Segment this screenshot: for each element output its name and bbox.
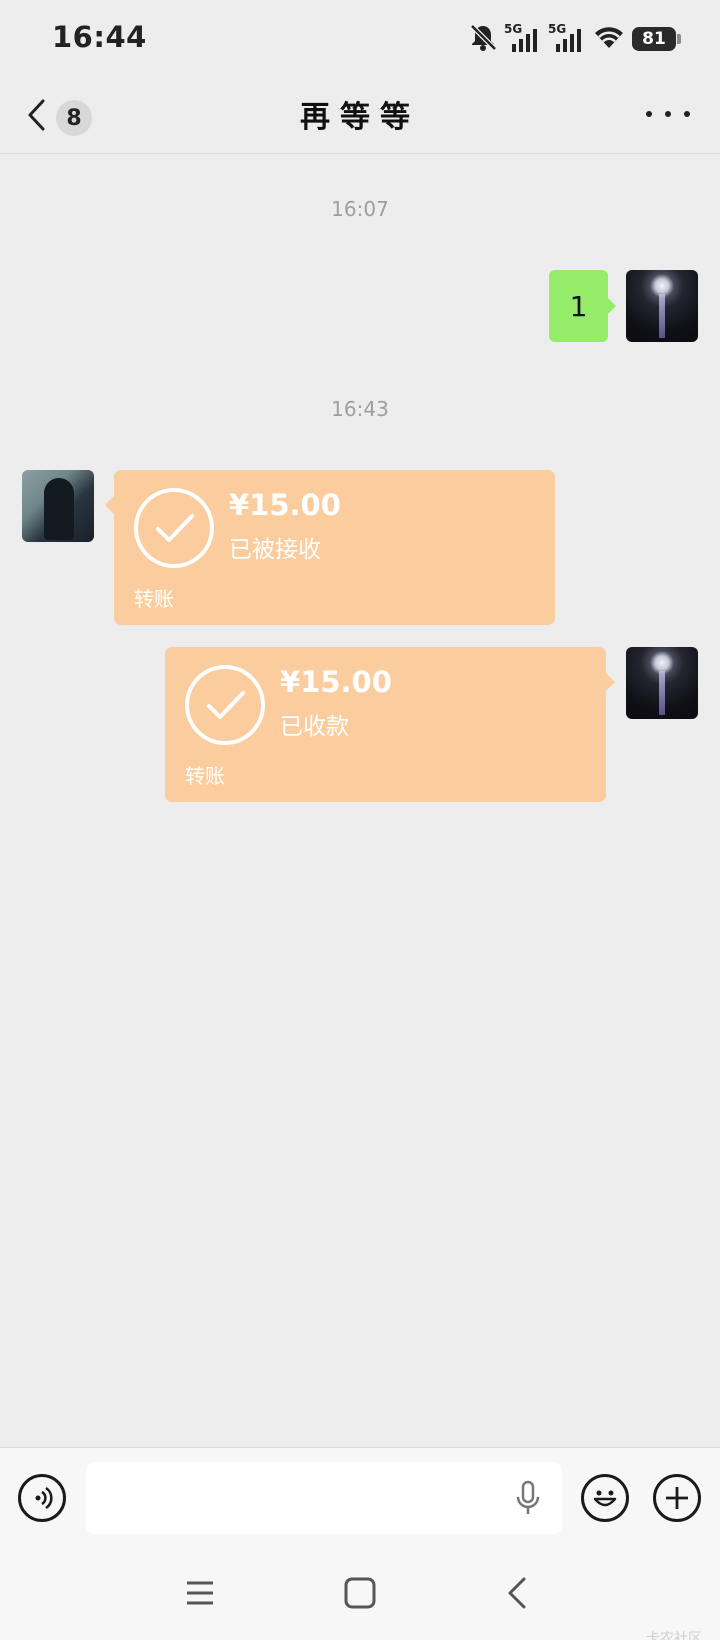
home-icon[interactable] [342,1575,378,1611]
check-circle-icon [134,488,214,568]
transfer-card[interactable]: ¥15.00 已被接收 转账 [105,470,555,625]
more-icon[interactable] [646,94,690,134]
system-nav-bar [0,1547,720,1640]
avatar[interactable] [626,647,698,719]
avatar[interactable] [22,470,94,542]
voice-icon[interactable] [18,1474,66,1522]
chat-title: 再等等 [300,100,420,135]
message-timestamp: 16:07 [331,197,389,221]
menu-icon[interactable] [182,1575,218,1611]
back-icon[interactable] [500,1575,536,1611]
message-input[interactable] [86,1462,562,1534]
check-circle-icon [185,665,265,745]
status-icons: 5G 5G 81 [468,22,681,56]
signal-icon: 5G [504,22,542,54]
bell-muted-icon [468,22,498,56]
transfer-type-label: 转账 [134,587,174,611]
avatar[interactable] [626,270,698,342]
chat-header: 8 再等等 [0,78,720,154]
status-time: 16:44 [52,20,147,54]
transfer-amount: ¥15.00 [229,488,341,522]
emoji-icon[interactable] [581,1474,629,1522]
input-bar [0,1447,720,1547]
microphone-icon[interactable] [514,1480,542,1522]
transfer-card[interactable]: ¥15.00 已收款 转账 [165,647,615,802]
transfer-status: 已被接收 [229,537,321,563]
transfer-status: 已收款 [280,714,349,740]
transfer-amount: ¥15.00 [280,665,392,699]
transfer-type-label: 转账 [185,764,225,788]
watermark: 卡农社区 [646,1631,702,1640]
status-bar: 16:44 5G 5G 81 [0,0,720,78]
text-message-bubble[interactable]: 1 [549,270,616,342]
signal-icon: 5G [548,22,586,54]
message-timestamp: 16:43 [331,397,389,421]
battery-icon: 81 [632,27,681,51]
plus-icon[interactable] [653,1474,701,1522]
wifi-icon [592,23,626,55]
